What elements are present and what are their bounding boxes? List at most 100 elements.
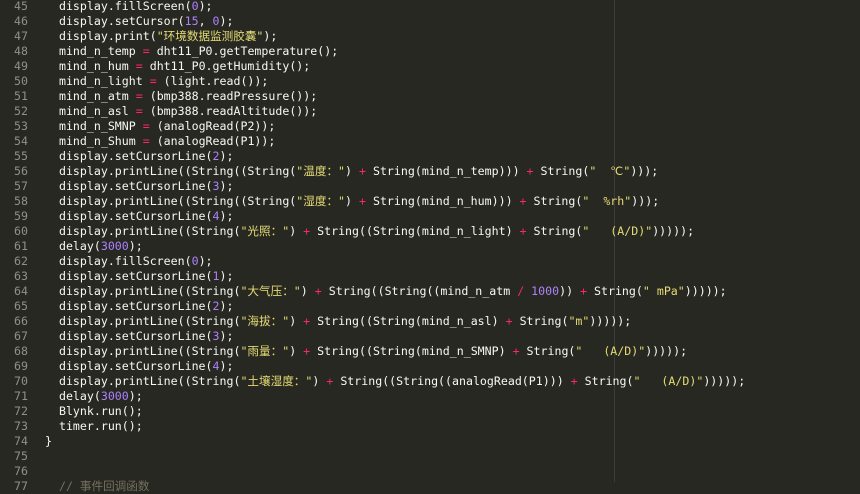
code-token: display.printLine((String( xyxy=(45,374,241,388)
line-number: 72 xyxy=(14,404,28,418)
code-token: ) xyxy=(289,344,304,358)
line-number: 62 xyxy=(14,254,28,268)
code-token: String((String((analogRead(P1))) xyxy=(333,374,571,388)
line-number: 61 xyxy=(14,239,28,253)
line-number: 66 xyxy=(14,314,28,328)
line-number: 75 xyxy=(14,449,28,463)
code-line[interactable]: 63 display.setCursorLine(1); xyxy=(0,269,860,284)
code-token: display.printLine((String( xyxy=(45,344,241,358)
code-text: display.printLine((String("雨量：") + Strin… xyxy=(45,344,687,359)
code-area[interactable]: 45 display.fillScreen(0); 46 display.setC… xyxy=(0,0,860,493)
code-token: display.printLine((String( xyxy=(45,314,241,328)
code-line[interactable]: 73 timer.run(); xyxy=(0,419,860,434)
code-token: display.printLine((String( xyxy=(45,284,241,298)
code-token: "雨量：" xyxy=(240,344,290,358)
code-token: timer.run(); xyxy=(45,419,143,433)
code-line[interactable]: 77 // 事件回调函数 xyxy=(0,479,860,494)
code-token: , xyxy=(198,14,213,28)
code-text: display.setCursorLine(2); xyxy=(45,299,234,314)
line-number: 69 xyxy=(14,359,28,373)
code-token: " %rh" xyxy=(582,194,632,208)
code-text: mind_n_light = (light.read()); xyxy=(45,74,268,89)
code-token: 2 xyxy=(212,299,220,313)
code-line[interactable]: 62 display.fillScreen(0); xyxy=(0,254,860,269)
code-line[interactable]: 69 display.setCursorLine(4); xyxy=(0,359,860,374)
code-token: )) xyxy=(559,284,581,298)
code-line[interactable]: 50 mind_n_light = (light.read()); xyxy=(0,74,860,89)
code-token: 3000 xyxy=(100,239,129,253)
code-line[interactable]: 52 mind_n_asl = (bmp388.readAltitude()); xyxy=(0,104,860,119)
code-token: 4 xyxy=(212,359,220,373)
code-token: " (A/D)" xyxy=(575,344,646,358)
code-token: "温度：" xyxy=(296,164,346,178)
code-line[interactable]: 65 display.setCursorLine(2); xyxy=(0,299,860,314)
code-token: ))))); xyxy=(589,314,632,328)
line-number: 51 xyxy=(14,89,28,103)
code-token: ); xyxy=(219,329,234,343)
code-line[interactable]: 51 mind_n_atm = (bmp388.readPressure()); xyxy=(0,89,860,104)
code-token: ); xyxy=(219,209,234,223)
code-line[interactable]: 46 display.setCursor(15, 0); xyxy=(0,14,860,29)
line-number: 48 xyxy=(14,44,28,58)
code-text: display.printLine((String((String("温度：")… xyxy=(45,164,658,179)
line-number: 76 xyxy=(14,464,28,478)
code-line[interactable]: 71 delay(3000); xyxy=(0,389,860,404)
code-token: ) xyxy=(345,194,359,208)
code-token: String((String(mind_n_light) xyxy=(310,224,520,238)
code-token: ); xyxy=(219,14,234,28)
code-token: String( xyxy=(519,344,576,358)
code-text: mind_n_asl = (bmp388.readAltitude()); xyxy=(45,104,317,119)
code-line[interactable]: 55 display.setCursorLine(2); xyxy=(0,149,860,164)
code-line[interactable]: 75 xyxy=(0,449,860,464)
code-token: String( xyxy=(526,194,583,208)
code-token: ); xyxy=(219,299,234,313)
line-number: 52 xyxy=(14,104,28,118)
code-line[interactable]: 48 mind_n_temp = dht11_P0.getTemperature… xyxy=(0,44,860,59)
code-token: display.printLine((String( xyxy=(45,224,241,238)
code-text: } xyxy=(45,434,52,449)
code-line[interactable]: 76 xyxy=(0,464,860,479)
code-line[interactable]: 49 mind_n_hum = dht11_P0.getHumidity(); xyxy=(0,59,860,74)
line-number: 59 xyxy=(14,209,28,223)
code-editor[interactable]: 45 display.fillScreen(0); 46 display.setC… xyxy=(0,0,860,493)
code-text: mind_n_temp = dht11_P0.getTemperature(); xyxy=(45,44,338,59)
code-line[interactable]: 72 Blynk.run(); xyxy=(0,404,860,419)
code-token: String(mind_n_hum))) xyxy=(365,194,520,208)
code-token: mind_n_SMNP xyxy=(45,119,143,133)
line-number: 58 xyxy=(14,194,28,208)
code-token: 0 xyxy=(191,0,199,13)
line-number: 46 xyxy=(14,14,28,28)
code-line[interactable]: 45 display.fillScreen(0); xyxy=(0,0,860,14)
line-number: 49 xyxy=(14,59,28,73)
code-line[interactable]: 54 mind_n_Shum = (analogRead(P1)); xyxy=(0,134,860,149)
code-line[interactable]: 59 display.setCursorLine(4); xyxy=(0,209,860,224)
code-text: display.setCursorLine(4); xyxy=(45,209,234,224)
code-line[interactable]: 57 display.setCursorLine(3); xyxy=(0,179,860,194)
code-text: display.printLine((String((String("湿度：")… xyxy=(45,194,659,209)
code-text: // 事件回调函数 xyxy=(45,479,150,494)
code-token: display.setCursorLine( xyxy=(45,179,213,193)
code-line[interactable]: 53 mind_n_SMNP = (analogRead(P2)); xyxy=(0,119,860,134)
code-line[interactable]: 66 display.printLine((String("海拔：") + St… xyxy=(0,314,860,329)
code-token: "m" xyxy=(568,314,590,328)
code-text: display.setCursorLine(3); xyxy=(45,179,234,194)
code-line[interactable]: 67 display.setCursorLine(3); xyxy=(0,329,860,344)
code-token: delay( xyxy=(45,389,101,403)
code-line[interactable]: 58 display.printLine((String((String("湿度… xyxy=(0,194,860,209)
code-line[interactable]: 47 display.print("环境数据监测胶囊"); xyxy=(0,29,860,44)
code-token: = xyxy=(142,44,150,58)
code-token: 3000 xyxy=(100,389,129,403)
code-line[interactable]: 74} xyxy=(0,434,860,449)
code-line[interactable]: 61 delay(3000); xyxy=(0,239,860,254)
code-line[interactable]: 60 display.printLine((String("光照：") + St… xyxy=(0,224,860,239)
line-number: 63 xyxy=(14,269,28,283)
code-line[interactable]: 68 display.printLine((String("雨量：") + St… xyxy=(0,344,860,359)
code-token: "光照：" xyxy=(240,224,290,238)
code-token: ) xyxy=(289,224,304,238)
code-token: ) xyxy=(345,164,359,178)
code-token: display.setCursorLine( xyxy=(45,269,213,283)
code-token: " ℃" xyxy=(589,164,631,178)
code-line[interactable]: 56 display.printLine((String((String("温度… xyxy=(0,164,860,179)
code-line[interactable]: 64 display.printLine((String("大气压：") + S… xyxy=(0,284,860,299)
code-line[interactable]: 70 display.printLine((String("土壤湿度：") + … xyxy=(0,374,860,389)
